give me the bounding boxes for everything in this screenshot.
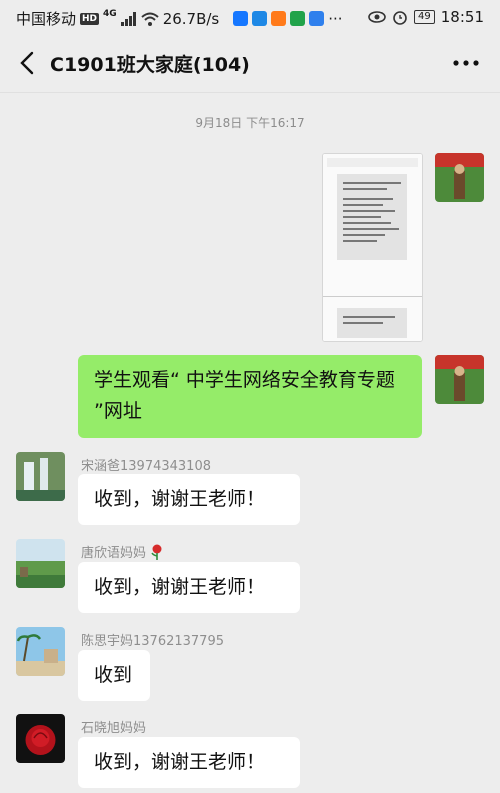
my-avatar[interactable] (435, 153, 484, 202)
network-type: 4G (103, 8, 117, 19)
network-speed: 26.7B/s (162, 9, 220, 28)
sender-name: 石晓旭妈妈 (81, 721, 147, 736)
sender-name: 宋涵爸13974343108 (81, 459, 211, 474)
message-bubble-incoming[interactable]: 收到，谢谢王老师！ (78, 474, 300, 525)
document-screenshot-image (323, 154, 422, 341)
clock: 18:51 (440, 8, 484, 26)
image-message[interactable] (322, 153, 423, 342)
eye-icon (368, 11, 386, 23)
carrier-label: 中国移动 (16, 10, 77, 28)
sender-avatar[interactable] (16, 452, 65, 501)
wifi-icon (141, 12, 159, 26)
chat-title: C1901班大家庭(104) (50, 54, 250, 76)
more-options-icon[interactable] (452, 54, 480, 72)
message-timestamp: 9月18日 下午16:17 (195, 116, 305, 130)
sender-avatar[interactable] (16, 627, 65, 676)
more-notifications-icon: ··· (328, 9, 343, 28)
sender-name: 陈思宇妈13762137795 (81, 634, 224, 649)
message-bubble-outgoing[interactable]: 学生观看“ 中学生网络安全教育专题 ”网址 (78, 355, 422, 438)
app-notification-icon (233, 11, 249, 26)
app-notification-icon (252, 11, 268, 26)
sender-name: 唐欣语妈妈 (81, 542, 164, 561)
my-avatar[interactable] (435, 355, 484, 404)
alarm-icon (393, 11, 407, 25)
sender-avatar[interactable] (16, 714, 65, 763)
back-arrow-icon[interactable] (16, 49, 40, 77)
app-notification-icon (271, 11, 287, 26)
battery-icon: 49 (414, 10, 435, 24)
chat-area[interactable]: 9月18日 下午16:17 学生观看“ 中学生网络安全教育专题 ”网址 宋涵爸1… (0, 93, 500, 793)
status-bar: 中国移动 HD 4G 26.7B/s ··· 49 18:51 (0, 0, 500, 34)
rose-icon (151, 544, 162, 560)
sender-avatar[interactable] (16, 539, 65, 588)
sender-name-text: 唐欣语妈妈 (81, 546, 147, 561)
hd-badge: HD (80, 12, 100, 25)
app-notification-icon (290, 11, 306, 26)
chat-header: C1901班大家庭(104) (0, 34, 500, 93)
signal-icon (120, 11, 136, 26)
app-notification-icon (309, 11, 325, 26)
message-bubble-incoming[interactable]: 收到 (78, 650, 150, 701)
message-bubble-incoming[interactable]: 收到，谢谢王老师！ (78, 737, 300, 788)
message-bubble-incoming[interactable]: 收到，谢谢王老师！ (78, 562, 300, 613)
